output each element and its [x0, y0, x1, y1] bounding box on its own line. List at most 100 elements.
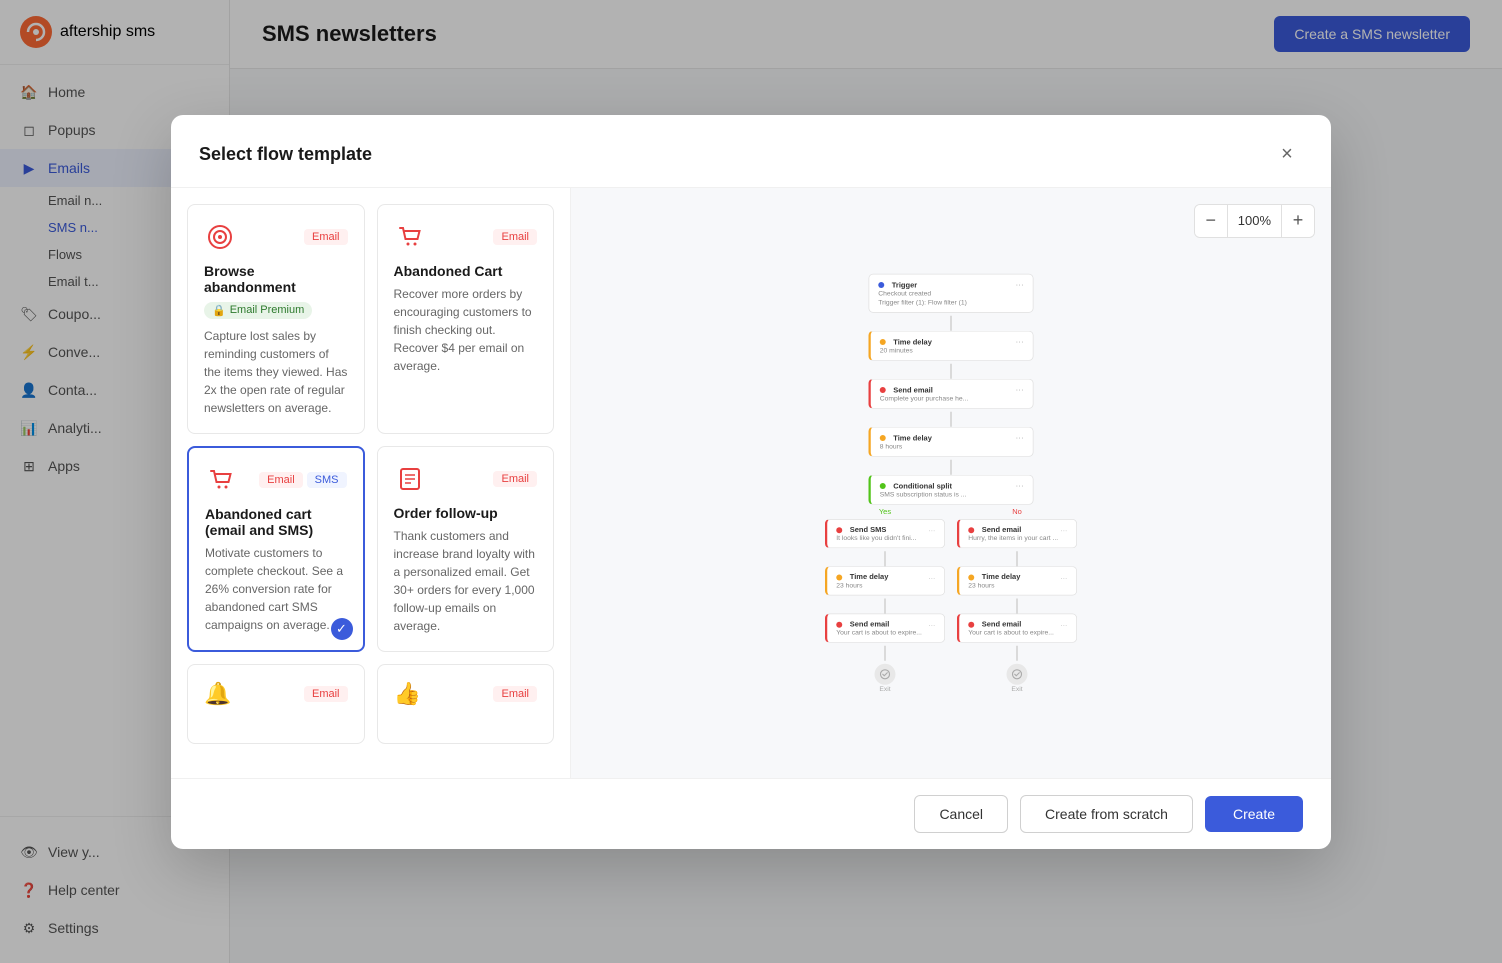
email-menu-3: ··· — [1061, 526, 1068, 534]
connector-6 — [884, 598, 886, 613]
delay-title-1: Time delay — [893, 337, 932, 345]
bell-icon: 🔔 — [204, 681, 231, 707]
exit-label-no: Exit — [1011, 684, 1022, 692]
conditional-menu: ··· — [1016, 481, 1024, 490]
delay-sub-2: 8 hours — [880, 442, 1024, 450]
conditional-title: Conditional split — [893, 481, 952, 489]
template-card-abandoned-cart[interactable]: Email Abandoned Cart Recover more orders… — [377, 204, 555, 434]
trigger-title: Trigger — [892, 280, 917, 288]
tag-email: Email — [304, 229, 348, 245]
flow-branch-no: No Send email ··· Hurry, the items in yo… — [957, 507, 1077, 692]
no-label: No — [1012, 507, 1022, 515]
connector-8 — [1016, 551, 1018, 566]
sms-menu-1: ··· — [929, 526, 936, 534]
sms-sub-1: It looks like you didn't fini... — [836, 534, 935, 542]
sms-title-1: Send SMS — [850, 525, 887, 533]
select-flow-template-modal: Select flow template × Email Browse a — [171, 115, 1331, 849]
email-sub-1: Complete your purchase he... — [880, 394, 1024, 402]
email-title-3: Send email — [982, 525, 1022, 533]
flow-node-delay-4: Time delay ··· 23 hours — [957, 566, 1077, 595]
template-card-header-5: 🔔 Email — [204, 681, 348, 707]
create-button[interactable]: Create — [1205, 796, 1303, 832]
flow-node-delay-1: Time delay ··· 20 minutes — [869, 330, 1034, 360]
flow-diagram: Trigger ··· Checkout created Trigger fil… — [794, 261, 1109, 704]
template-card-abandoned-cart-sms[interactable]: Email SMS Abandoned cart (email and SMS)… — [187, 446, 365, 652]
tag-email-5: Email — [304, 686, 348, 702]
delay-sub-1: 20 minutes — [880, 346, 1024, 354]
delay-dot-3 — [836, 574, 842, 580]
zoom-in-button[interactable]: + — [1282, 205, 1314, 237]
connector-7 — [884, 645, 886, 660]
zoom-controls: − 100% + — [1194, 204, 1315, 238]
email-menu-1: ··· — [1016, 385, 1024, 394]
tag-sms-3: SMS — [307, 472, 347, 488]
delay-title-4: Time delay — [982, 573, 1021, 581]
template-card-header-6: 👍 Email — [394, 681, 538, 707]
zoom-out-button[interactable]: − — [1195, 205, 1227, 237]
template-name-3: Abandoned cart (email and SMS) — [205, 506, 347, 538]
delay-title-3: Time delay — [850, 573, 889, 581]
flow-node-send-email-1: Send email ··· Complete your purchase he… — [869, 378, 1034, 408]
trigger-filter: Trigger filter (1): Flow filter (1) — [878, 298, 1024, 306]
template-list: Email Browse abandonment 🔒 Email Premium… — [171, 188, 571, 778]
conditional-dot — [880, 483, 886, 489]
connector-10 — [1016, 645, 1018, 660]
modal-footer: Cancel Create from scratch Create — [171, 778, 1331, 849]
email-title-4: Send email — [982, 620, 1022, 628]
template-card-6[interactable]: 👍 Email — [377, 664, 555, 744]
thumb-icon: 👍 — [394, 681, 421, 707]
target-icon — [204, 221, 236, 253]
modal-title: Select flow template — [199, 144, 372, 165]
trigger-dot — [878, 282, 884, 288]
cart-sms-icon — [205, 464, 237, 496]
template-card-5[interactable]: 🔔 Email — [187, 664, 365, 744]
tag-row-2: Email — [493, 229, 537, 245]
tag-email-2: Email — [493, 229, 537, 245]
template-card-header-2: Email — [394, 221, 538, 253]
flow-end-yes — [875, 663, 896, 684]
template-name-2: Abandoned Cart — [394, 263, 538, 279]
tag-row: Email — [304, 229, 348, 245]
modal-body: Email Browse abandonment 🔒 Email Premium… — [171, 188, 1331, 778]
delay-menu-4: ··· — [1061, 573, 1068, 581]
template-card-browse-abandonment[interactable]: Email Browse abandonment 🔒 Email Premium… — [187, 204, 365, 434]
template-card-order-followup[interactable]: Email Order follow-up Thank customers an… — [377, 446, 555, 652]
connector-1 — [950, 315, 952, 330]
premium-label: Email Premium — [230, 304, 305, 316]
email-title-2: Send email — [850, 620, 890, 628]
template-card-header-3: Email SMS — [205, 464, 347, 496]
email-sub-4: Your cart is about to expire... — [968, 628, 1067, 636]
selected-checkmark: ✓ — [331, 618, 353, 640]
order-icon — [394, 463, 426, 495]
flow-node-delay-2: Time delay ··· 8 hours — [869, 426, 1034, 456]
flow-split: Yes Send SMS ··· It looks like you didn'… — [806, 507, 1097, 692]
template-name: Browse abandonment — [204, 263, 348, 295]
email-dot-1 — [880, 387, 886, 393]
connector-3 — [950, 411, 952, 426]
tag-email-4: Email — [493, 471, 537, 487]
exit-label-yes: Exit — [879, 684, 890, 692]
delay-dot-1 — [880, 339, 886, 345]
connector-4 — [950, 459, 952, 474]
connector-9 — [1016, 598, 1018, 613]
template-description: Capture lost sales by reminding customer… — [204, 327, 348, 417]
email-dot-4 — [968, 621, 974, 627]
cancel-button[interactable]: Cancel — [914, 795, 1008, 833]
delay-sub-4: 23 hours — [968, 581, 1067, 589]
template-card-header-4: Email — [394, 463, 538, 495]
modal-close-button[interactable]: × — [1271, 139, 1303, 171]
modal-header: Select flow template × — [171, 115, 1331, 188]
create-from-scratch-button[interactable]: Create from scratch — [1020, 795, 1193, 833]
email-dot-2 — [836, 621, 842, 627]
flow-node-delay-3: Time delay ··· 23 hours — [825, 566, 945, 595]
flow-wrap: Trigger ··· Checkout created Trigger fil… — [794, 261, 1109, 704]
delay-dot-2 — [880, 435, 886, 441]
tag-row-4: Email — [493, 471, 537, 487]
trigger-sub: Checkout created — [878, 289, 1024, 297]
tag-row-3: Email SMS — [259, 472, 346, 488]
delay-menu-1: ··· — [1016, 337, 1024, 346]
trigger-menu: ··· — [1016, 280, 1024, 289]
zoom-value: 100% — [1227, 205, 1282, 237]
email-sub-2: Your cart is about to expire... — [836, 628, 935, 636]
yes-label: Yes — [879, 507, 891, 515]
